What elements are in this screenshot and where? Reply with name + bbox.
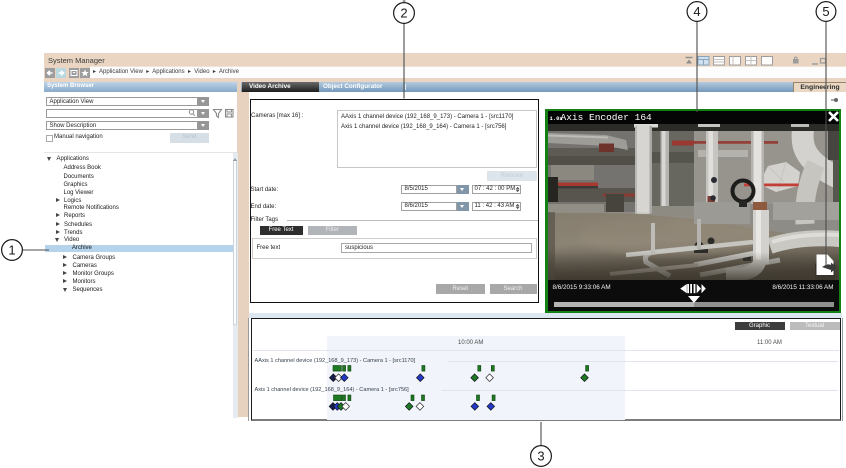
svg-text:1: 1	[8, 243, 15, 258]
svg-text:4: 4	[693, 4, 700, 19]
svg-text:3: 3	[537, 449, 544, 464]
svg-text:5: 5	[822, 4, 829, 19]
svg-text:2: 2	[400, 6, 407, 21]
